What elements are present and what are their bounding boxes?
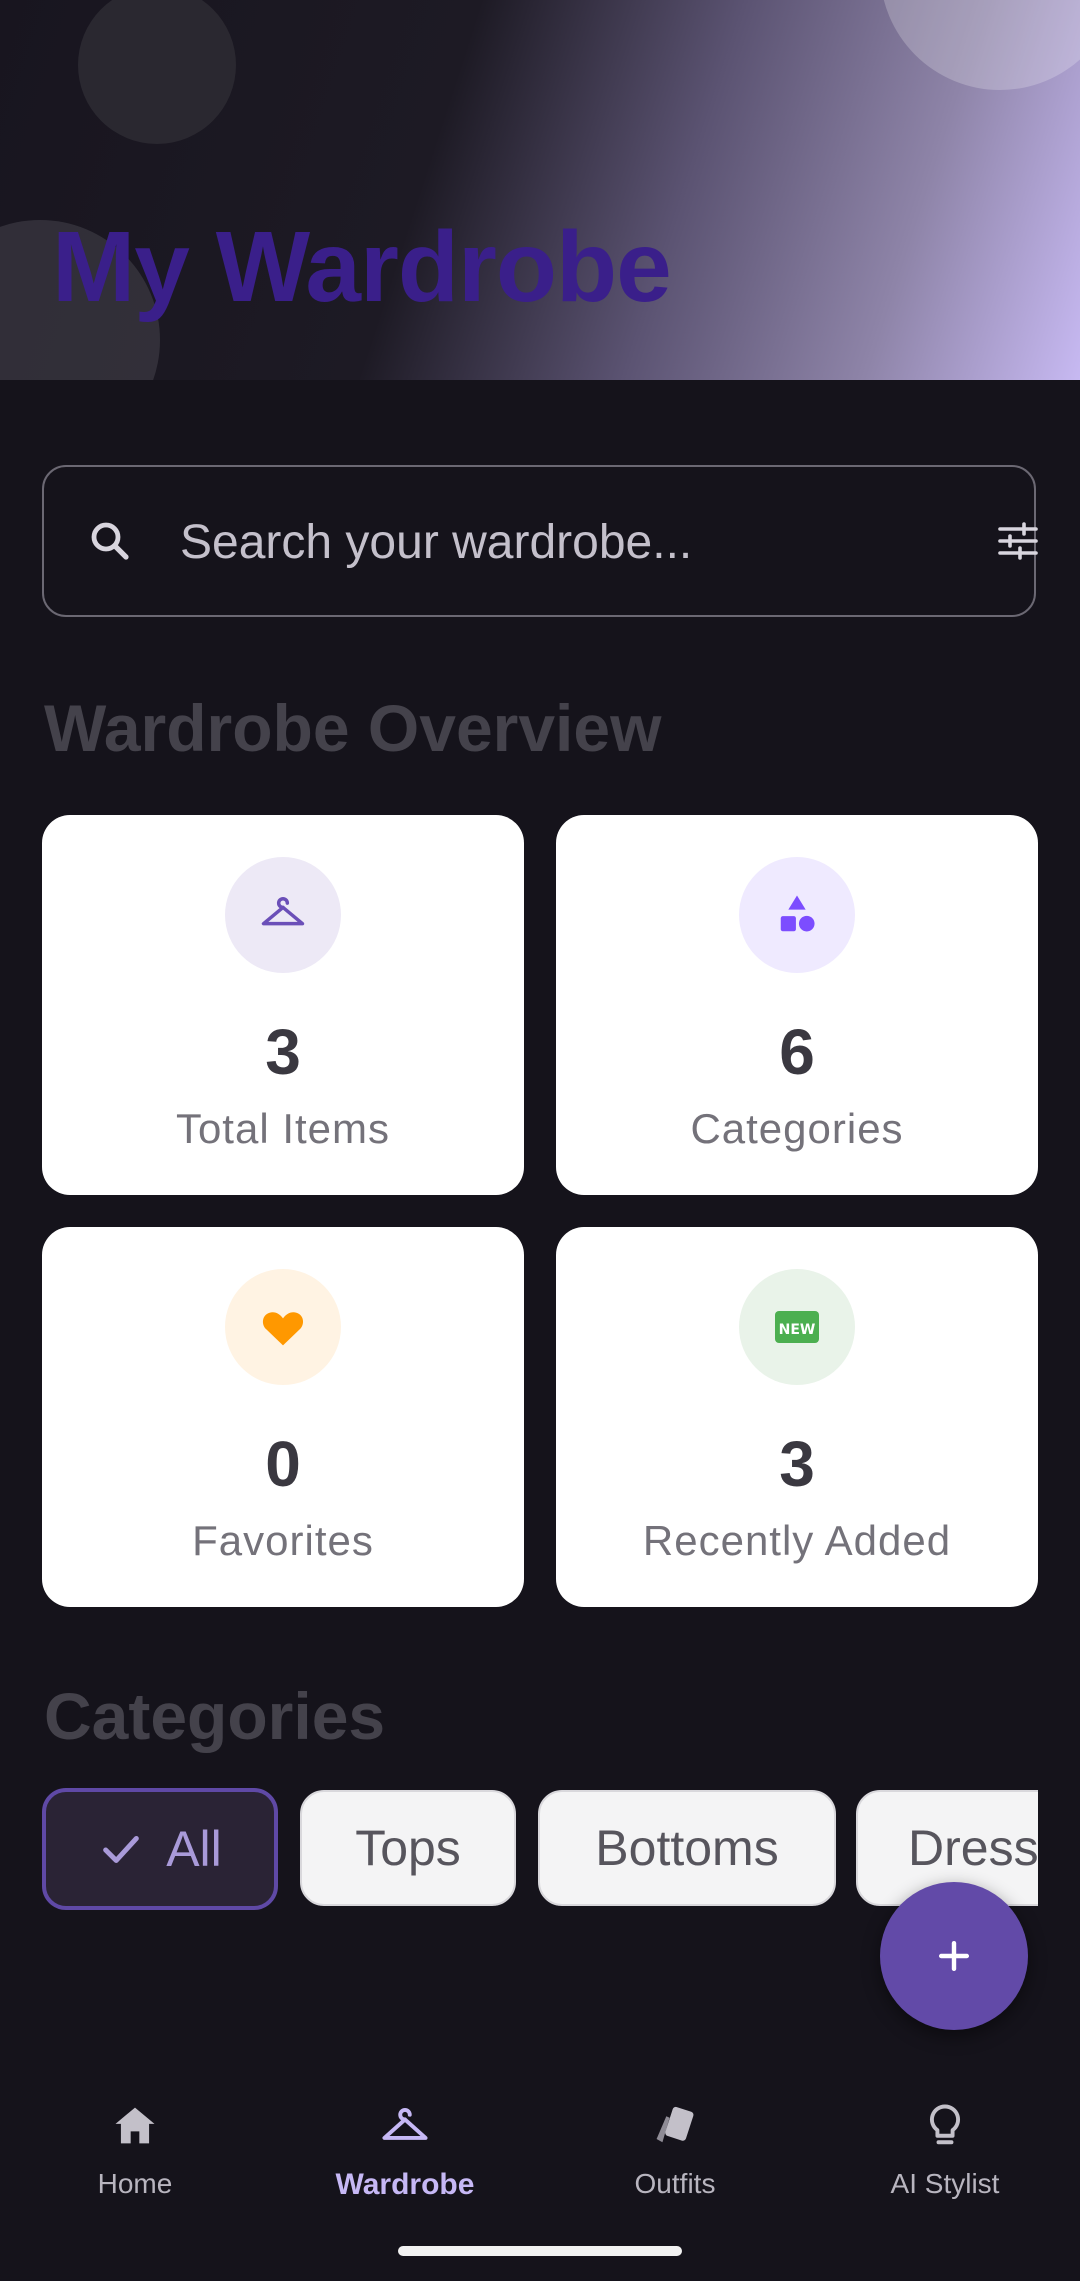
header-banner: My Wardrobe: [0, 0, 1080, 380]
nav-label: Outfits: [634, 2168, 716, 2199]
nav-item-wardrobe[interactable]: Wardrobe: [270, 2100, 540, 2230]
nav-label: Wardrobe: [335, 2168, 475, 2201]
plus-icon: [938, 1940, 970, 1972]
lightbulb-icon: [929, 2104, 961, 2145]
chip-all[interactable]: All: [42, 1788, 278, 1910]
chip-label: Tops: [355, 1820, 461, 1876]
chip-bottoms[interactable]: Bottoms: [538, 1790, 836, 1906]
hanger-icon: [261, 897, 305, 926]
hanger-icon: [382, 2108, 428, 2140]
stat-value: 6: [779, 1016, 815, 1088]
shapes-icon: [780, 895, 815, 932]
new-badge-icon: NEW: [775, 1311, 819, 1343]
stat-label: Favorites: [192, 1517, 374, 1564]
chip-label: Bottoms: [595, 1820, 779, 1876]
stat-label: Recently Added: [642, 1517, 952, 1564]
home-icon: [115, 2107, 155, 2144]
stat-icon-badge: NEW: [739, 1269, 855, 1385]
stat-value: 3: [265, 1016, 301, 1088]
check-icon: [103, 1835, 140, 1863]
nav-item-ai-stylist[interactable]: AI Stylist: [810, 2100, 1080, 2230]
nav-item-outfits[interactable]: Outfits: [540, 2100, 810, 2230]
page-title: My Wardrobe: [52, 211, 672, 323]
stat-icon-badge: [225, 857, 341, 973]
stat-value: 0: [265, 1428, 301, 1500]
stat-icon-badge: [225, 1269, 341, 1385]
overview-title: Wardrobe Overview: [44, 691, 662, 765]
heart-icon: [262, 1312, 304, 1346]
stat-icon-badge: [739, 857, 855, 973]
search-input[interactable]: [180, 507, 940, 577]
nav-label: Home: [97, 2168, 173, 2199]
nav-item-home[interactable]: Home: [0, 2100, 270, 2230]
search-icon: [91, 522, 129, 560]
decorative-circle: [880, 0, 1080, 90]
decorative-circle: [78, 0, 236, 144]
chip-label: All: [166, 1821, 222, 1877]
cards-icon: [656, 2106, 694, 2143]
chip-label: Dresses: [908, 1820, 1038, 1876]
home-indicator[interactable]: [398, 2246, 682, 2256]
category-chips: All Tops Bottoms Dresses: [42, 1788, 1038, 1912]
stat-label: Categories: [690, 1105, 904, 1152]
stat-value: 3: [779, 1428, 815, 1500]
stat-card-total-items[interactable]: 3 Total Items: [42, 815, 524, 1195]
stat-card-categories[interactable]: 6 Categories: [556, 815, 1038, 1195]
add-item-button[interactable]: [880, 1882, 1028, 2030]
search-bar[interactable]: [42, 465, 1038, 617]
svg-text:NEW: NEW: [779, 1322, 816, 1338]
categories-title: Categories: [44, 1679, 386, 1753]
filter-icon[interactable]: [994, 517, 1042, 565]
stat-card-recently-added[interactable]: NEW 3 Recently Added: [556, 1227, 1038, 1607]
stat-label: Total Items: [175, 1105, 391, 1152]
chip-tops[interactable]: Tops: [300, 1790, 516, 1906]
nav-label: AI Stylist: [890, 2168, 1000, 2199]
stat-card-favorites[interactable]: 0 Favorites: [42, 1227, 524, 1607]
